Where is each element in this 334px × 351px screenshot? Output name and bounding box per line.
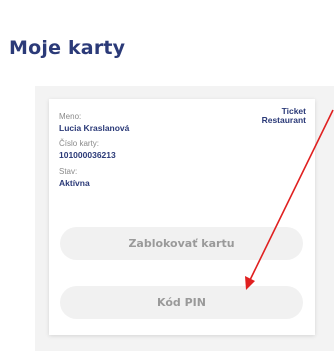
annotation-arrow-line — [249, 109, 334, 281]
annotation-arrow — [245, 109, 334, 290]
annotation-arrow-head — [245, 276, 255, 290]
